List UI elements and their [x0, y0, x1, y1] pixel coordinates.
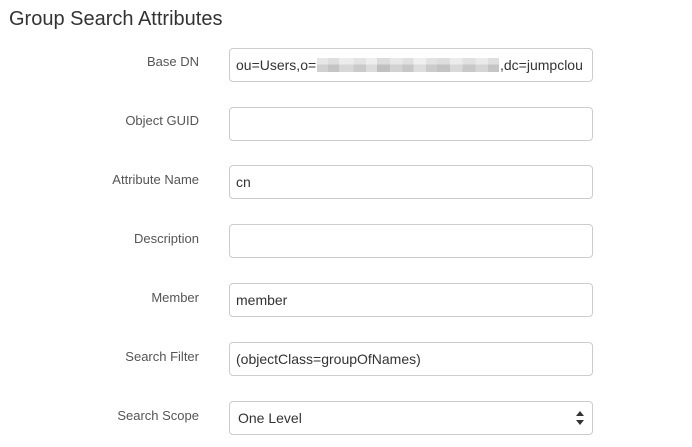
member-label: Member: [151, 290, 199, 305]
member-input[interactable]: [229, 283, 593, 317]
form-row-search-filter: Search Filter: [0, 342, 692, 376]
form-row-attribute-name: Attribute Name: [0, 165, 692, 199]
form-row-base-dn: Base DN ou=Users,o= ,dc=jumpclou: [0, 48, 692, 82]
search-filter-input[interactable]: [229, 342, 593, 376]
attribute-name-label: Attribute Name: [112, 172, 199, 187]
section-title: Group Search Attributes: [9, 8, 223, 30]
form-row-search-scope: Search Scope One Level: [0, 401, 692, 435]
base-dn-label: Base DN: [146, 54, 199, 69]
description-input[interactable]: [229, 224, 593, 258]
base-dn-value-suffix: ,dc=jumpclou: [500, 57, 583, 73]
object-guid-label: Object GUID: [125, 113, 199, 128]
base-dn-value-prefix: ou=Users,o=: [236, 57, 317, 73]
redacted-value: [317, 58, 499, 72]
form-row-member: Member: [0, 283, 692, 317]
form-row-object-guid: Object GUID: [0, 107, 692, 141]
updown-chevron-icon: [576, 411, 584, 425]
search-scope-label: Search Scope: [117, 408, 199, 423]
attribute-name-input[interactable]: [229, 165, 593, 199]
form-row-description: Description: [0, 224, 692, 258]
description-label: Description: [133, 231, 199, 246]
search-filter-label: Search Filter: [125, 349, 199, 364]
search-scope-selected-value: One Level: [238, 410, 302, 426]
object-guid-input[interactable]: [229, 107, 593, 141]
search-scope-select[interactable]: One Level: [229, 401, 593, 435]
